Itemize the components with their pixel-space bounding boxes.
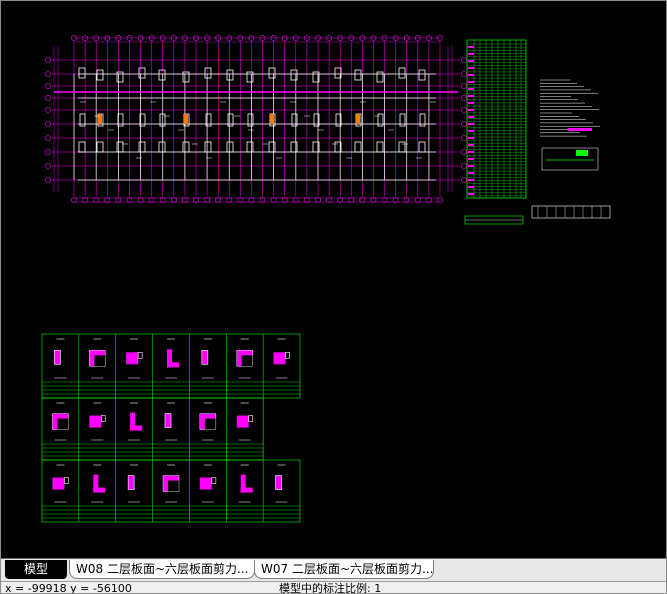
layout-tab-bar: 模型 W08 二层板面~六层板面剪力... W07 二层板面~六层板面剪力...	[1, 558, 666, 581]
tab-layout-w07[interactable]: W07 二层板面~六层板面剪力...	[254, 560, 434, 579]
design-notes-block	[531, 79, 611, 219]
model-space-viewport[interactable]	[2, 2, 665, 558]
wall-column-details-grid	[41, 333, 301, 523]
cad-window: 模型 W08 二层板面~六层板面剪力... W07 二层板面~六层板面剪力...…	[0, 0, 667, 594]
floor-plan-drawing	[45, 35, 467, 203]
tab-layout-w08[interactable]: W08 二层板面~六层板面剪力...	[69, 560, 255, 579]
drawing-canvas[interactable]	[2, 2, 665, 558]
annotation-scale-readout: 模型中的标注比例: 1	[279, 582, 382, 594]
status-bar: x = -99918 y = -56100 模型中的标注比例: 1	[1, 581, 666, 594]
tab-model[interactable]: 模型	[5, 560, 67, 579]
cursor-coordinates: x = -99918 y = -56100	[5, 582, 132, 594]
rebar-schedule-table	[464, 39, 527, 225]
